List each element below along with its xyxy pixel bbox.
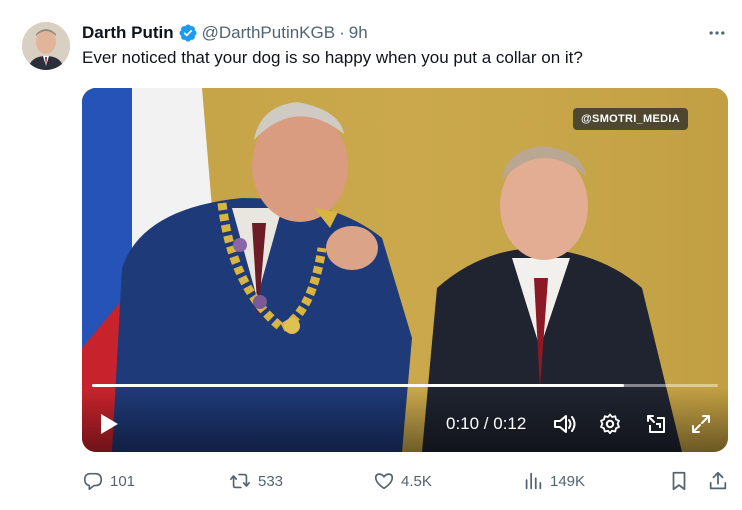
video-frame (82, 88, 728, 452)
volume-icon[interactable] (552, 411, 578, 437)
retweet-icon (230, 473, 250, 489)
views-button[interactable]: 149K (522, 468, 585, 494)
timestamp[interactable]: 9h (349, 23, 368, 43)
video-progress-fill (92, 384, 625, 387)
reply-button[interactable]: 101 (82, 468, 135, 494)
user-handle[interactable]: @DarthPutinKGB (202, 23, 335, 43)
play-icon[interactable] (96, 410, 122, 438)
bookmark-icon (672, 471, 686, 491)
avatar[interactable] (22, 22, 70, 70)
picture-in-picture-icon[interactable] (643, 411, 669, 437)
video-time-readout: 0:10 / 0:12 (446, 414, 527, 433)
tweet-text: Ever noticed that your dog is so happy w… (82, 48, 583, 67)
video-watermark: @SMOTRI_MEDIA (573, 108, 688, 130)
reply-count: 101 (110, 472, 136, 490)
retweet-button[interactable]: 533 (228, 468, 283, 494)
views-chart-icon (525, 472, 542, 490)
avatar-image (22, 22, 70, 70)
tweet-card[interactable]: Darth Putin @DarthPutinKGB · 9h Ever not… (0, 0, 742, 510)
views-count: 149K (550, 472, 586, 490)
heart-icon (374, 473, 394, 490)
gear-icon[interactable] (597, 411, 623, 437)
bookmark-button[interactable] (668, 468, 696, 494)
like-count: 4.5K (401, 472, 432, 490)
like-button[interactable]: 4.5K (373, 468, 432, 494)
video-player[interactable]: @SMOTRI_MEDIA 0:10 / 0:12 (82, 88, 728, 452)
share-icon (709, 471, 727, 490)
fullscreen-icon[interactable] (688, 411, 714, 437)
tweet-header: Darth Putin @DarthPutinKGB · 9h (82, 22, 368, 44)
share-button[interactable] (707, 468, 735, 494)
more-horizontal-icon[interactable] (706, 22, 728, 44)
tweet-actions: 101 533 4.5K 149K (82, 468, 732, 494)
separator-dot: · (339, 23, 345, 42)
reply-icon (83, 472, 103, 491)
display-name[interactable]: Darth Putin (82, 23, 174, 43)
verified-badge-icon (178, 23, 198, 43)
video-progress-bar[interactable] (92, 384, 718, 387)
retweet-count: 533 (258, 472, 284, 490)
